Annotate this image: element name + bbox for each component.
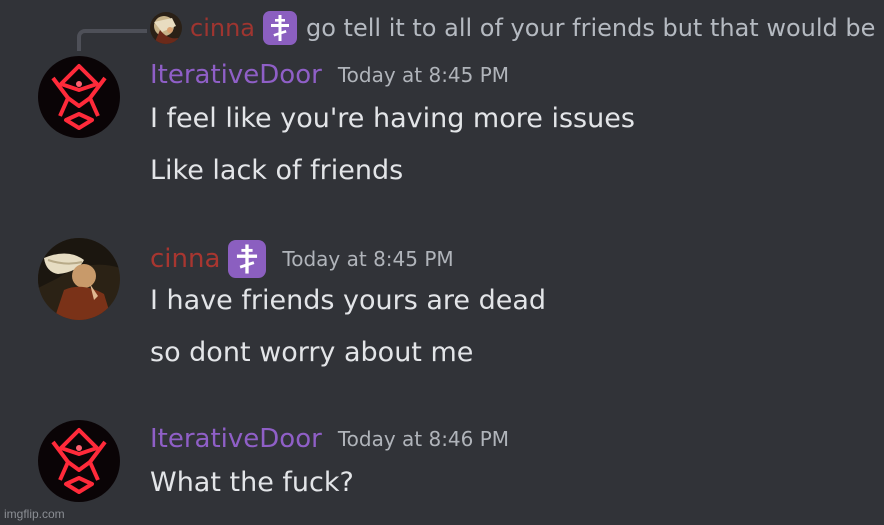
watermark: imgflip.com [4,507,65,521]
message-text: Like lack of friends [150,155,404,186]
reply-preview[interactable]: go tell it to all of your friends but th… [306,13,880,43]
message-text: I have friends yours are dead [150,285,547,316]
reply-reference[interactable]: cinna go tell it to all of your friends … [0,8,884,51]
chat-panel: cinna go tell it to all of your friends … [0,0,884,525]
avatar[interactable] [38,420,120,502]
orthodox-cross-icon [228,240,267,278]
reply-spine [77,29,147,51]
reply-avatar[interactable] [150,12,182,44]
username[interactable]: IterativeDoor [150,57,322,93]
message-group: IterativeDoor Today at 8:46 PM What the f… [0,420,884,510]
message-group: IterativeDoor Today at 8:45 PM I feel lik… [0,56,884,196]
timestamp[interactable]: Today at 8:46 PM [338,421,509,457]
avatar[interactable] [38,56,120,138]
timestamp[interactable]: Today at 8:45 PM [282,241,453,277]
username[interactable]: cinna [150,241,220,277]
message-header: IterativeDoor Today at 8:45 PM [150,57,509,93]
message-text: What the fuck? [150,467,354,498]
avatar[interactable] [38,238,120,320]
message-header: IterativeDoor Today at 8:46 PM [150,421,509,457]
reply-author[interactable]: cinna [190,13,255,43]
message-text: so dont worry about me [150,337,474,368]
message-group: cinna Today at 8:45 PM I have friends yo… [0,238,884,378]
username[interactable]: IterativeDoor [150,421,322,457]
message-header: cinna Today at 8:45 PM [150,240,454,278]
message-text: I feel like you're having more issues [150,103,635,134]
orthodox-cross-icon [263,11,297,45]
timestamp[interactable]: Today at 8:45 PM [338,57,509,93]
